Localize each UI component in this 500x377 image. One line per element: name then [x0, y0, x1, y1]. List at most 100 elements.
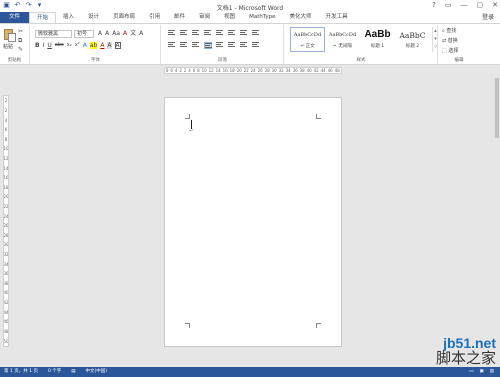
tab-page-layout[interactable]: 页面布局 [106, 12, 142, 23]
web-layout-icon[interactable]: ▥ [490, 367, 494, 377]
editing-items: ⌕ 查找 ⇄ 替换 ⬚ 选择 [442, 27, 458, 54]
chevron-up-icon[interactable]: ▴ [433, 27, 438, 35]
sign-in-link[interactable]: 登录 [482, 12, 500, 23]
tab-mathtype[interactable]: MathType [242, 12, 282, 23]
horizontal-ruler[interactable]: 8 6 4 2 2 4 6 8 10 12 14 16 18 20 22 24 26 28 30 32 34 36 38 40… [164, 67, 342, 74]
ruler-tick: 36 [3, 271, 9, 277]
find-button[interactable]: ⌕ 查找 [442, 27, 458, 34]
ruler-tick: 38 [299, 68, 305, 73]
tab-beautify[interactable]: 美化大师 [283, 12, 319, 23]
style-heading-1[interactable]: AaBb 标题 1 [360, 27, 395, 52]
maximize-button[interactable]: ▢ [477, 1, 484, 9]
style-no-spacing[interactable]: AaBbCcDd ↵ 无间隔 [325, 27, 360, 52]
numbering-icon[interactable] [180, 30, 187, 36]
superscript-button[interactable]: x² [75, 42, 80, 49]
ruler-tick: 48 [334, 68, 340, 73]
text-effects-button[interactable]: A [83, 42, 87, 49]
borders-icon[interactable] [252, 42, 260, 49]
tab-references[interactable]: 引用 [142, 12, 167, 23]
clipboard-group: 粘贴 ✂ ⧉ ✎ 剪贴板 [0, 25, 30, 64]
bold-button[interactable]: B [35, 42, 40, 49]
style-name: 标题 2 [405, 44, 420, 49]
tab-home[interactable]: 开始 [29, 12, 57, 23]
ruler-tick: 4 [4, 117, 8, 123]
vertical-scrollbar[interactable] [494, 66, 500, 362]
phonetic-guide-icon[interactable]: 文 [130, 30, 136, 37]
decrease-indent-icon[interactable] [204, 30, 211, 36]
tab-file[interactable]: 文件 [0, 12, 30, 23]
vertical-ruler[interactable]: 2 2 4 6 8 10 12 14 16 18 20 22 24 26 28 30 32 34 36 38 40 42 4… [3, 95, 9, 347]
chevron-down-icon[interactable]: ▾ [433, 35, 438, 43]
tab-developer[interactable]: 开发工具 [319, 12, 355, 23]
increase-indent-icon[interactable] [216, 30, 223, 36]
word-count[interactable]: 0 个字 [48, 367, 61, 377]
line-spacing-icon[interactable] [228, 42, 236, 49]
multilevel-list-icon[interactable] [192, 30, 199, 36]
tab-mailings[interactable]: 邮件 [167, 12, 192, 23]
ruler-tick: 22 [243, 68, 249, 73]
style-heading-2[interactable]: AaBbC 标题 2 [395, 27, 430, 52]
ruler-tick: 26 [257, 68, 263, 73]
tab-insert[interactable]: 插入 [56, 12, 81, 23]
help-button[interactable]: ? [432, 1, 436, 9]
select-button[interactable]: ⬚ 选择 [442, 47, 458, 54]
show-marks-icon[interactable] [252, 30, 259, 36]
subscript-button[interactable]: x₂ [67, 42, 72, 49]
shrink-font-icon[interactable]: A [105, 30, 109, 37]
justify-icon[interactable] [204, 42, 212, 49]
page-count[interactable]: 第 1 页，共 1 页 [4, 367, 38, 377]
ruler-tick: 22 [3, 204, 9, 209]
tab-design[interactable]: 设计 [81, 12, 106, 23]
copy-icon[interactable]: ⧉ [18, 38, 22, 44]
clipboard-group-label: 剪贴板 [7, 58, 22, 63]
font-row2: B I U abc x₂ x² A ab A A A [35, 42, 121, 49]
underline-button[interactable]: U [47, 42, 51, 49]
strikethrough-button[interactable]: abc [55, 42, 64, 49]
enclose-char-button[interactable]: A [114, 42, 121, 49]
align-left-icon[interactable] [168, 42, 176, 49]
document-page[interactable]: ↵ [164, 97, 342, 347]
more-icon[interactable]: ▿ [433, 43, 438, 51]
tab-view[interactable]: 视图 [217, 12, 242, 23]
cut-icon[interactable]: ✂ [18, 29, 23, 35]
print-layout-icon[interactable]: ▣ [479, 367, 483, 377]
align-center-icon[interactable] [180, 42, 188, 49]
bullets-icon[interactable] [168, 30, 175, 36]
language-indicator[interactable]: 中文(中国) [86, 367, 108, 377]
font-row1: A A Aa A 文 A [98, 30, 143, 37]
status-bar: 第 1 页，共 1 页 0 个字 ▤ 中文(中国) ▭ ▣ ▥ [0, 367, 500, 377]
ribbon-display-button[interactable]: ▭ [445, 1, 452, 9]
change-case-icon[interactable]: Aa [112, 30, 120, 37]
font-group-label: 字体 [91, 58, 100, 63]
font-color-button[interactable]: A [100, 42, 104, 49]
sort-icon[interactable] [240, 30, 247, 36]
clear-format-icon[interactable]: A [123, 30, 127, 37]
distributed-icon[interactable] [216, 42, 224, 49]
font-size-select[interactable]: 初号 [74, 30, 94, 38]
chinese-layout-icon[interactable] [228, 30, 235, 36]
paste-icon[interactable] [4, 29, 16, 42]
minimize-button[interactable]: — [461, 1, 468, 9]
italic-button[interactable]: I [43, 42, 45, 49]
ruler-tick: 24 [3, 213, 9, 219]
replace-button[interactable]: ⇄ 替换 [442, 37, 458, 44]
styles-scroll[interactable]: ▴ ▾ ▿ [432, 27, 438, 52]
read-mode-icon[interactable]: ▭ [469, 367, 473, 377]
tab-review[interactable]: 审阅 [192, 12, 217, 23]
paste-label[interactable]: 粘贴 [3, 43, 13, 50]
ruler-tick: 2 [4, 98, 8, 104]
watermark-site: jb51.net [443, 335, 496, 351]
proofing-icon[interactable]: ▤ [71, 367, 75, 377]
ruler-tick: 34 [3, 261, 9, 267]
font-name-select[interactable]: 微软雅黑 [35, 30, 72, 38]
char-border-icon[interactable]: A [139, 30, 143, 37]
align-right-icon[interactable] [192, 42, 200, 49]
char-shading-button[interactable]: A [107, 42, 112, 49]
close-button[interactable]: ✕ [492, 1, 498, 9]
grow-font-icon[interactable]: A [98, 30, 102, 37]
highlight-button[interactable]: ab [89, 42, 98, 49]
scrollbar-thumb[interactable] [495, 78, 499, 138]
style-normal[interactable]: AaBbCcDd ↵ 正文 [290, 27, 325, 52]
shading-icon[interactable] [240, 42, 248, 49]
format-painter-icon[interactable]: ✎ [18, 47, 23, 53]
